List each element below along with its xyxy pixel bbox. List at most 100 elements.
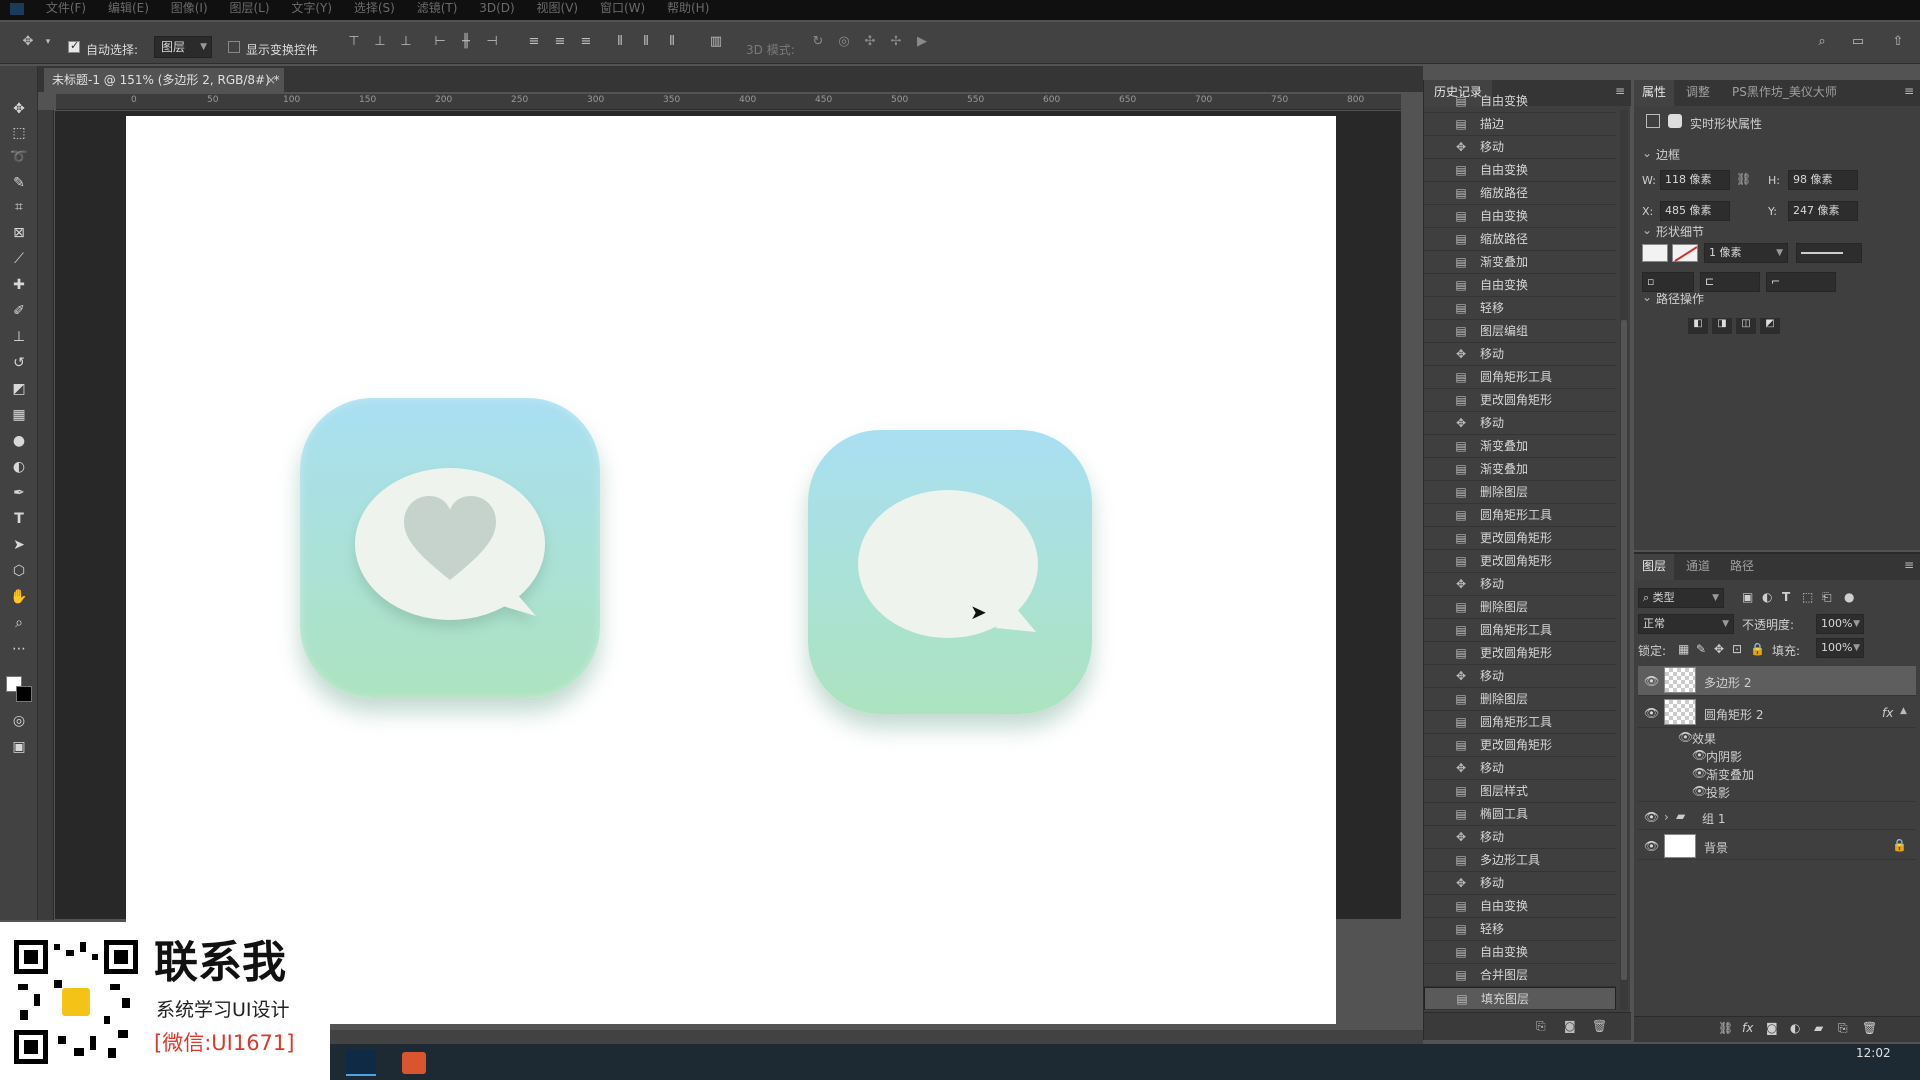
lock-transparent-icon[interactable]: ▦ <box>1678 642 1689 656</box>
filter-smart-object-icon[interactable]: ⎗ <box>1822 590 1832 605</box>
menu-image[interactable]: 图像(I) <box>171 0 208 16</box>
history-item[interactable]: ▤ 自由变换 <box>1424 274 1616 297</box>
auto-align-icon[interactable]: ▥ <box>708 34 724 50</box>
close-icon[interactable]: × <box>266 68 276 92</box>
filter-shape-icon[interactable]: ⬚ <box>1802 590 1813 604</box>
healing-brush-icon[interactable]: ✚ <box>7 274 31 296</box>
menu-view[interactable]: 视图(V) <box>537 0 579 16</box>
history-item[interactable]: ▤ 渐变叠加 <box>1424 251 1616 274</box>
distribute-top-icon[interactable]: ≡ <box>526 34 542 50</box>
history-item[interactable]: ▤ 自由变换 <box>1424 90 1616 113</box>
chevron-down-icon[interactable]: ⌄ <box>1642 223 1652 237</box>
panel-menu-icon[interactable]: ≡ <box>1904 84 1914 98</box>
search-icon[interactable]: ⌕ <box>1814 34 1830 50</box>
fill-color-swatch[interactable] <box>1642 244 1668 262</box>
document-tab[interactable]: 未标题-1 @ 151% (多边形 2, RGB/8#) * × <box>44 68 284 92</box>
history-item[interactable]: ▤ 自由变换 <box>1424 941 1616 964</box>
zoom-tool-icon[interactable]: ⌕ <box>7 612 31 634</box>
new-layer-icon[interactable]: ⎘ <box>1838 1021 1848 1036</box>
history-item[interactable]: ▤ 更改圆角矩形 <box>1424 389 1616 412</box>
combine-shapes-icon[interactable]: ◧ <box>1688 318 1708 334</box>
message-icon-tile-2[interactable] <box>808 430 1092 714</box>
history-item[interactable]: ▤ 合并图层 <box>1424 964 1616 987</box>
history-item[interactable]: ▤ 更改圆角矩形 <box>1424 642 1616 665</box>
tab-adjustments[interactable]: 调整 <box>1678 80 1718 106</box>
history-item[interactable]: ▤ 缩放路径 <box>1424 228 1616 251</box>
effects-row[interactable]: 👁 效果 <box>1638 730 1916 746</box>
eye-icon[interactable]: 👁 <box>1692 784 1707 798</box>
history-item[interactable]: ▤ 圆角矩形工具 <box>1424 366 1616 389</box>
history-item[interactable]: ▤ 渐变叠加 <box>1424 458 1616 481</box>
filter-type-icon[interactable]: T <box>1782 590 1790 604</box>
screen-mode-icon[interactable]: ▣ <box>7 736 31 758</box>
distribute-left-icon[interactable]: ⫴ <box>612 34 628 50</box>
history-item[interactable]: ▤ 自由变换 <box>1424 205 1616 228</box>
show-transform-checkbox[interactable] <box>228 41 240 53</box>
chevron-up-icon[interactable]: ▲ <box>1900 706 1907 716</box>
link-icon[interactable]: ⛓ <box>1736 172 1751 186</box>
subtract-front-icon[interactable]: ◨ <box>1712 318 1732 334</box>
filter-toggle-icon[interactable]: ● <box>1844 590 1854 604</box>
layer-fx-badge[interactable]: fx <box>1882 706 1893 720</box>
history-item[interactable]: ▤ 轻移 <box>1424 297 1616 320</box>
menu-select[interactable]: 选择(S) <box>354 0 395 16</box>
layer-row-polygon[interactable]: 👁 多边形 2 <box>1638 666 1916 696</box>
type-tool-icon[interactable]: T <box>7 508 31 530</box>
ps-logo-icon[interactable] <box>10 2 24 15</box>
3d-drag-icon[interactable]: ✣ <box>862 34 878 50</box>
history-item[interactable]: ▤ 删除图层 <box>1424 596 1616 619</box>
filter-pixel-icon[interactable]: ▣ <box>1742 590 1753 604</box>
dodge-tool-icon[interactable]: ◐ <box>7 456 31 478</box>
history-scrollbar[interactable] <box>1620 110 1628 1010</box>
opacity-field[interactable]: 100% ▼ <box>1816 614 1864 634</box>
eye-icon[interactable]: 👁 <box>1644 839 1659 853</box>
auto-select-checkbox[interactable] <box>68 39 80 53</box>
stamp-tool-icon[interactable]: ⊥ <box>7 326 31 348</box>
history-item[interactable]: ✥ 移动 <box>1424 412 1616 435</box>
menu-type[interactable]: 文字(Y) <box>291 0 332 16</box>
history-item[interactable]: ▤ 更改圆角矩形 <box>1424 734 1616 757</box>
brush-tool-icon[interactable]: ✐ <box>7 300 31 322</box>
history-item[interactable]: ✥ 移动 <box>1424 343 1616 366</box>
3d-camera-icon[interactable]: ▶ <box>914 34 930 50</box>
pen-tool-icon[interactable]: ✒ <box>7 482 31 504</box>
new-group-icon[interactable]: ▰ <box>1814 1021 1823 1035</box>
history-item[interactable]: ▤ 圆角矩形工具 <box>1424 504 1616 527</box>
blur-tool-icon[interactable]: ● <box>7 430 31 452</box>
lock-pixels-icon[interactable]: ✎ <box>1696 642 1706 656</box>
history-item[interactable]: ▤ 描边 <box>1424 113 1616 136</box>
layer-filter-dropdown[interactable]: ⌕ 类型 ▼ <box>1638 588 1724 608</box>
history-item[interactable]: ▤ 图层编组 <box>1424 320 1616 343</box>
eye-icon[interactable]: 👁 <box>1678 730 1693 744</box>
distribute-right-icon[interactable]: ⫴ <box>664 34 680 50</box>
eye-icon[interactable]: 👁 <box>1692 748 1707 762</box>
history-item[interactable]: ▤ 填充图层 <box>1424 987 1616 1010</box>
stroke-caps-dropdown[interactable]: ⊏ <box>1700 272 1760 292</box>
stroke-corners-dropdown[interactable]: ⌐ <box>1766 272 1836 292</box>
eye-icon[interactable]: 👁 <box>1644 810 1659 824</box>
history-item[interactable]: ▤ 删除图层 <box>1424 688 1616 711</box>
stroke-align-dropdown[interactable]: ▫ <box>1642 272 1694 292</box>
frame-tool-icon[interactable]: ⊠ <box>7 222 31 244</box>
3d-slide-icon[interactable]: ✢ <box>888 34 904 50</box>
3d-rotate-icon[interactable]: ↻ <box>810 34 826 50</box>
tab-paths[interactable]: 路径 <box>1722 554 1762 580</box>
align-bottom-icon[interactable]: ⊥ <box>398 34 414 50</box>
y-field[interactable]: 247 像素 <box>1788 201 1858 221</box>
path-select-icon[interactable]: ➤ <box>7 534 31 556</box>
history-item[interactable]: ▤ 渐变叠加 <box>1424 435 1616 458</box>
move-tool-icon[interactable]: ✥ <box>7 98 31 120</box>
share-icon[interactable]: ⇧ <box>1890 34 1906 50</box>
align-vcenter-icon[interactable]: ⊥ <box>372 34 388 50</box>
align-right-icon[interactable]: ⊣ <box>484 34 500 50</box>
history-item[interactable]: ✥ 移动 <box>1424 136 1616 159</box>
stroke-type-dropdown[interactable] <box>1796 243 1862 263</box>
scrollbar-thumb[interactable] <box>1621 320 1627 980</box>
more-tools-icon[interactable]: ⋯ <box>7 638 31 660</box>
exclude-overlap-icon[interactable]: ◩ <box>1760 318 1780 334</box>
history-item[interactable]: ▤ 椭圆工具 <box>1424 803 1616 826</box>
mask-properties-icon[interactable] <box>1668 114 1682 128</box>
layer-name[interactable]: 背景 <box>1704 839 1728 856</box>
chevron-down-icon[interactable]: ⌄ <box>1642 290 1652 304</box>
lock-artboard-icon[interactable]: ⊡ <box>1732 642 1742 656</box>
